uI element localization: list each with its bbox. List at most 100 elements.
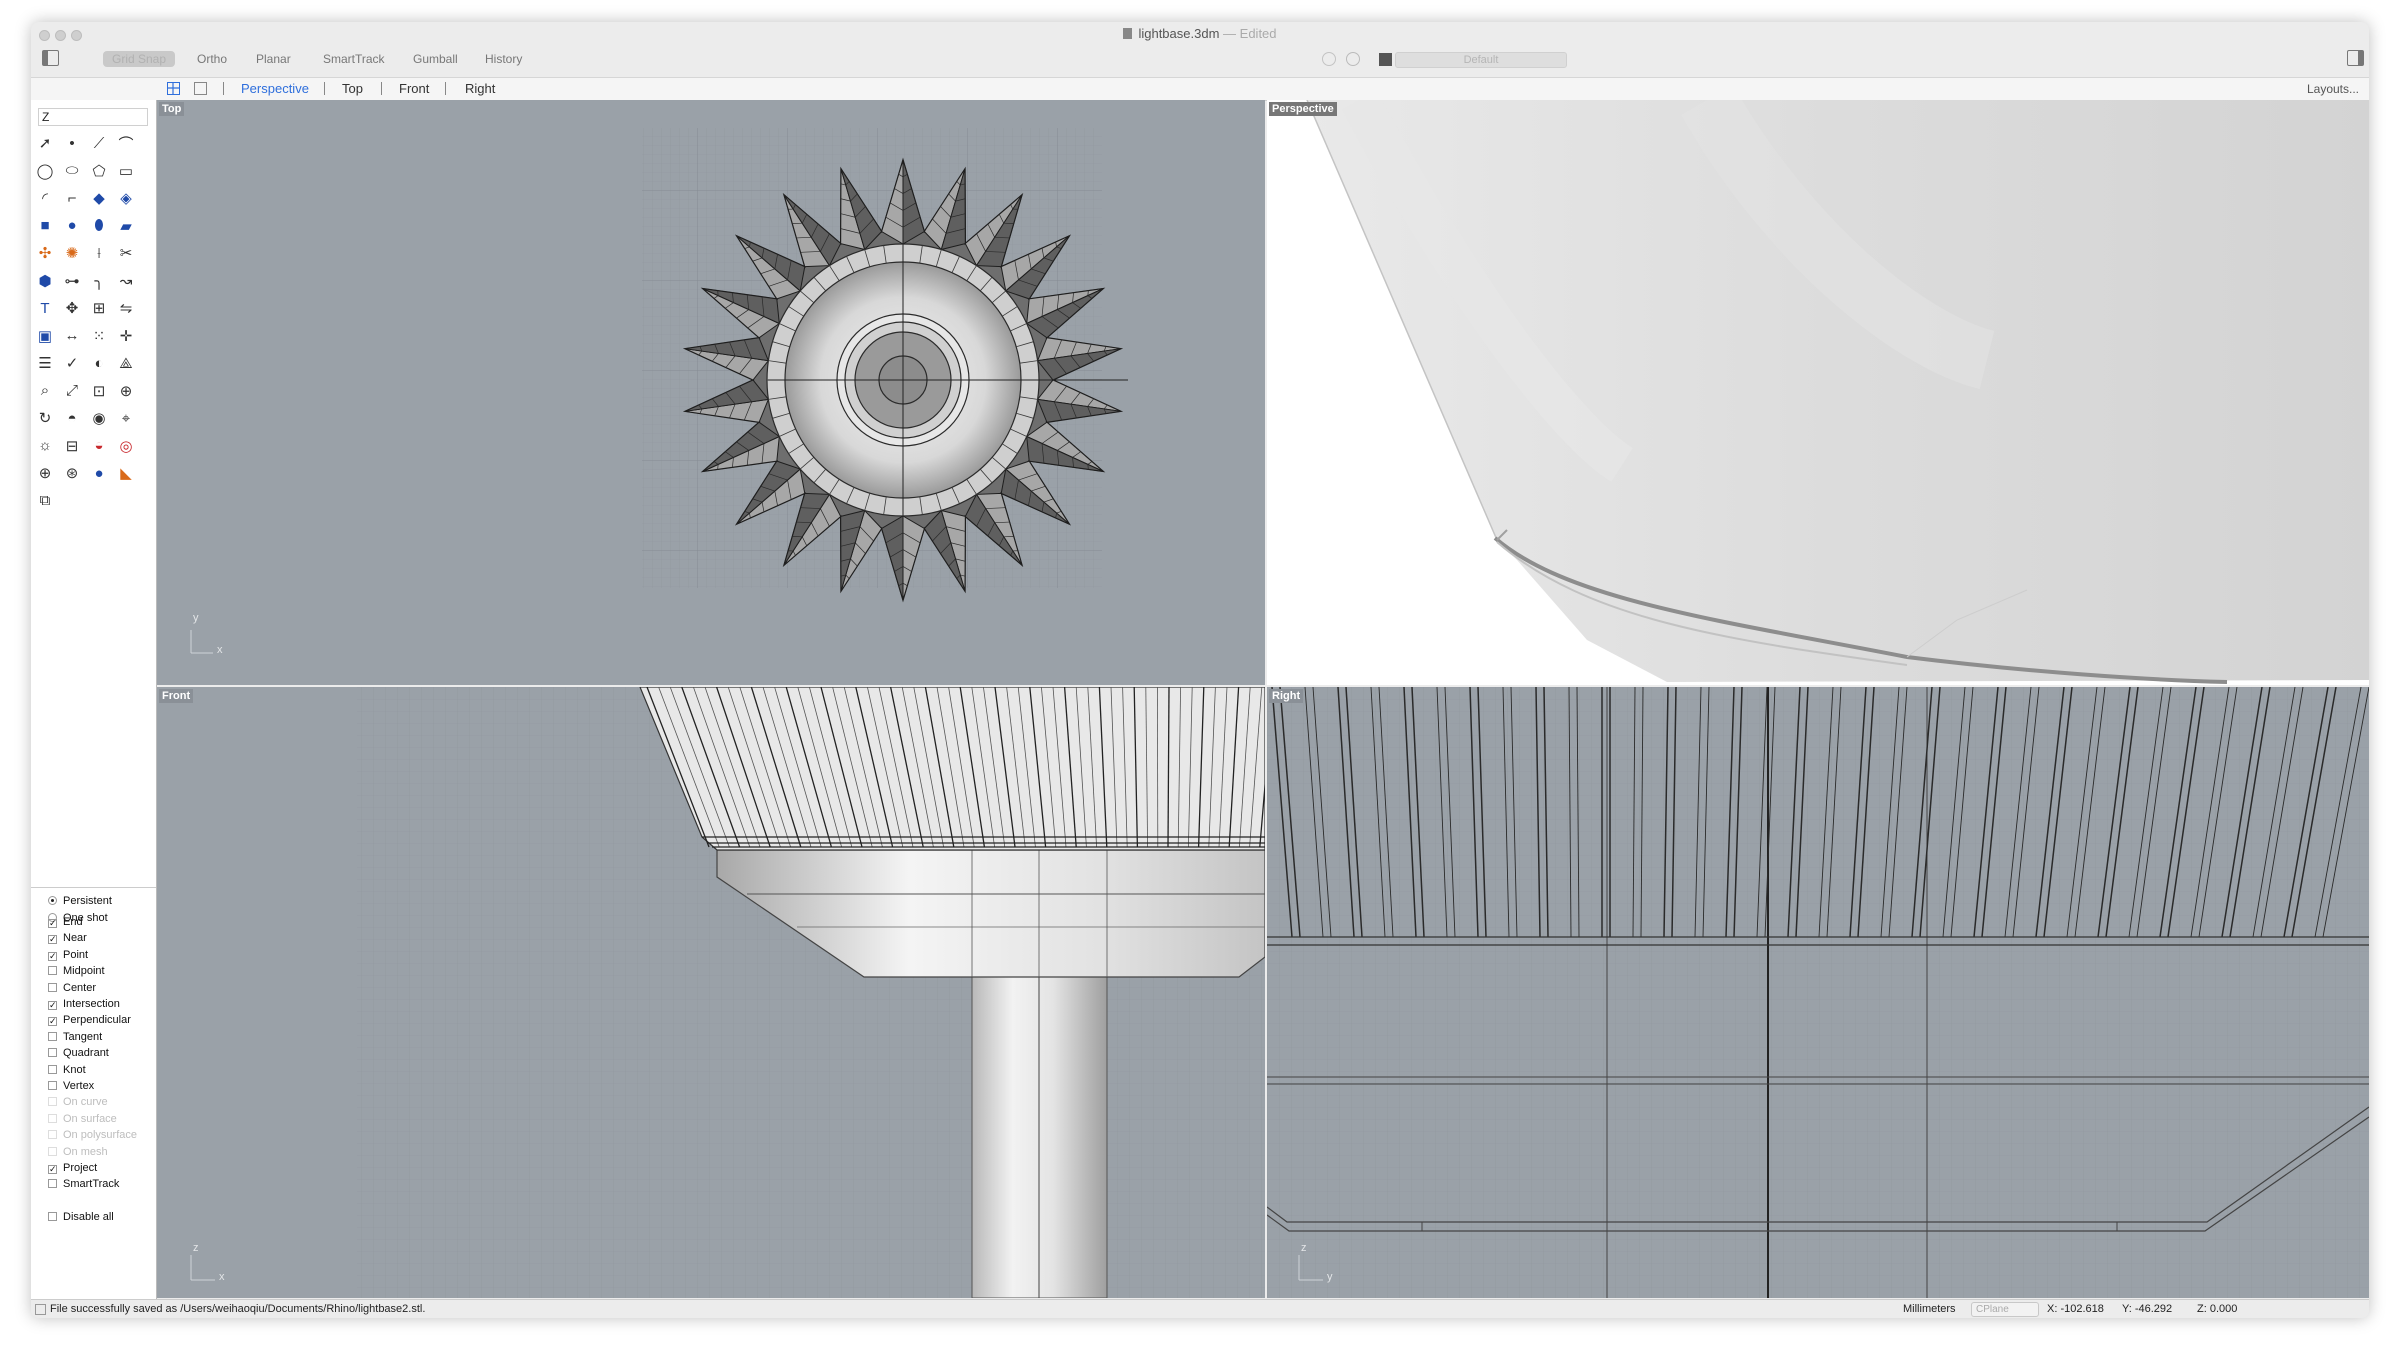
top-viewport[interactable]: y x Top [157,100,1265,685]
left-sidebar-toggle-icon[interactable] [42,50,59,66]
lampshade-fins[interactable] [639,687,1265,851]
circle-icon[interactable]: ◯ [35,161,55,181]
checkbox-icon[interactable] [48,1179,57,1189]
analyze-icon[interactable]: ⟁ [116,353,136,373]
drafting-icon[interactable]: ◣ [116,463,136,483]
curve-cv-icon[interactable]: ⌒ [116,133,136,153]
right-sidebar-toggle-icon[interactable] [2347,50,2364,66]
zoom-dynamic-icon[interactable]: ⊕ [116,381,136,401]
tab-top[interactable]: Top [342,81,363,96]
ellipse-icon[interactable]: ⬭ [62,161,82,181]
checkbox-icon[interactable] [48,1048,57,1058]
boolean-union-icon[interactable]: ✣ [35,243,55,263]
zoom-window-icon[interactable]: ⌕ [35,381,55,401]
four-viewport-layout-icon[interactable] [167,82,180,95]
fillet-curve-icon[interactable]: ⌐ [62,188,82,208]
box-icon[interactable]: ■ [35,216,55,236]
cplane-selector[interactable]: CPlane [1971,1302,2039,1317]
osnap-intersection[interactable]: ✓ Intersection [48,998,120,1010]
osnap-disable-all[interactable]: Disable all [48,1211,114,1223]
polyline-icon[interactable]: ⟋ [89,133,109,153]
osnap-vertex[interactable]: Vertex [48,1080,94,1092]
layouts-button[interactable]: Layouts... [2307,82,2359,96]
trim-icon[interactable]: ✂ [116,243,136,263]
render-icon[interactable]: ◓ [62,408,82,428]
planar-toggle[interactable]: Planar [247,51,300,67]
rotate-view-icon[interactable]: ↻ [35,408,55,428]
checkbox-icon[interactable] [48,1081,57,1090]
cylinder-icon[interactable]: ⬮ [89,216,109,236]
checkbox-icon[interactable] [48,1031,57,1041]
viewport-options-icon[interactable] [1346,52,1360,66]
osnap-midpoint[interactable]: Midpoint [48,965,105,977]
top-viewport-title[interactable]: Top [159,102,185,116]
render-sphere-icon[interactable]: ● [89,463,109,483]
gumball-icon[interactable]: ✛ [116,326,136,346]
mirror-icon[interactable]: ⇋ [116,298,136,318]
grid-snap-toggle[interactable]: Grid Snap [103,51,176,67]
blend-curve-icon[interactable]: ↝ [116,271,136,291]
cplane-icon[interactable]: ⌖ [116,408,136,428]
osnap-project[interactable]: ✓ Project [48,1162,97,1174]
fillet-edge-icon[interactable]: ╮ [89,271,109,291]
color-wheel-icon[interactable]: ◎ [116,436,136,456]
named-view-icon[interactable]: ◉ [89,408,109,428]
osnap-mode-persistent[interactable]: Persistent [48,895,112,907]
osnap-center[interactable]: Center [48,982,96,994]
array-icon[interactable]: ⊞ [89,298,109,318]
material-icon[interactable]: ◒ [89,436,109,456]
explode-icon[interactable]: ✺ [62,243,82,263]
osnap-smarttrack[interactable]: SmartTrack [48,1178,119,1190]
checkbox-icon[interactable] [48,1064,57,1074]
tab-front[interactable]: Front [399,81,429,96]
tab-perspective[interactable]: Perspective [241,81,309,96]
dimension-icon[interactable]: ↔ [62,326,82,346]
checkbox-icon[interactable]: ✓ [48,1001,57,1010]
sphere-ghost-icon[interactable]: ⊛ [62,463,82,483]
osnap-perpendicular[interactable]: ✓ Perpendicular [48,1014,131,1027]
rectangle-icon[interactable]: ▭ [116,161,136,181]
solid-tools-icon[interactable]: ⬢ [35,271,55,291]
right-viewport[interactable]: z y Right [1267,687,2369,1298]
zoom-selected-icon[interactable]: ⊡ [89,381,109,401]
surface-from-points-icon[interactable]: ◆ [89,188,109,208]
zoom-extents-icon[interactable]: ⤢ [62,381,82,401]
history-toggle[interactable]: History [476,51,531,67]
tab-right[interactable]: Right [465,81,495,96]
text-icon[interactable]: T [35,298,55,318]
single-viewport-layout-icon[interactable] [194,82,207,95]
units-label[interactable]: Millimeters [1903,1303,1956,1315]
polygon-icon[interactable]: ⬠ [89,161,109,181]
globe-wire-icon[interactable]: ⊕ [35,463,55,483]
ortho-toggle[interactable]: Ortho [188,51,236,67]
gumball-toggle[interactable]: Gumball [404,51,467,67]
smarttrack-toggle[interactable]: SmartTrack [314,51,394,67]
osnap-end[interactable]: ✓ End [48,916,83,928]
layer-color-swatch[interactable] [1379,53,1392,66]
osnap-tangent[interactable]: Tangent [48,1031,102,1043]
lock-icon[interactable]: ⊟ [62,436,82,456]
radio-icon[interactable] [48,896,57,905]
checkbox-icon[interactable]: ✓ [48,919,57,928]
layer-selector[interactable]: Default [1395,52,1567,68]
checkbox-icon[interactable]: ✓ [48,1017,57,1027]
command-input[interactable]: Z [38,108,148,126]
front-viewport-title[interactable]: Front [159,689,194,703]
box-edit-icon[interactable]: ▣ [35,326,55,346]
checkbox-icon[interactable] [48,982,57,992]
select-arrow-icon[interactable]: ➚ [35,133,55,153]
arc-icon[interactable]: ◜ [35,188,55,208]
array-grid-icon[interactable]: ⁙ [89,326,109,346]
osnap-quadrant[interactable]: Quadrant [48,1047,109,1059]
undo-view-icon[interactable] [1322,52,1336,66]
move-icon[interactable]: ✥ [62,298,82,318]
join-icon[interactable]: ⊶ [62,271,82,291]
osnap-point[interactable]: ✓ Point [48,949,88,961]
command-history-icon[interactable] [35,1304,46,1315]
osnap-near[interactable]: ✓ Near [48,932,87,945]
check-icon[interactable]: ✓ [62,353,82,373]
checkbox-icon[interactable] [48,966,57,976]
checkbox-icon[interactable]: ✓ [48,1165,57,1174]
point-icon[interactable]: • [62,133,82,153]
checkbox-icon[interactable]: ✓ [48,935,57,945]
